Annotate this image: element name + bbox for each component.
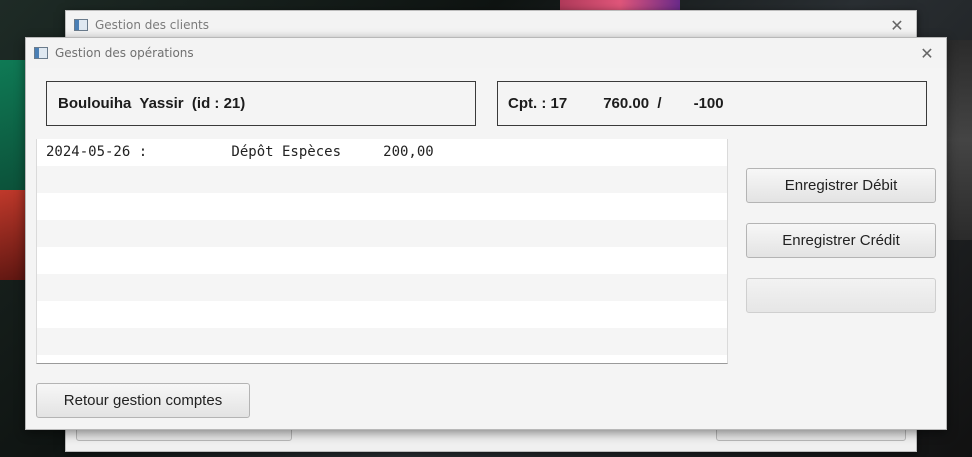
- back-to-accounts-button[interactable]: Retour gestion comptes: [36, 383, 250, 418]
- close-icon[interactable]: ✕: [888, 16, 906, 35]
- account-number-label: Cpt. : 17: [508, 95, 568, 112]
- record-debit-button[interactable]: Enregistrer Débit: [746, 168, 936, 203]
- list-item[interactable]: [37, 301, 727, 328]
- operations-window: Gestion des opérations ✕ Boulouiha Yassi…: [25, 37, 947, 430]
- disabled-blank-button[interactable]: [746, 278, 936, 313]
- clients-window-titlebar[interactable]: Gestion des clients ✕: [66, 11, 916, 40]
- close-icon[interactable]: ✕: [918, 44, 936, 63]
- application-window-icon: [34, 47, 48, 59]
- record-credit-button[interactable]: Enregistrer Crédit: [746, 223, 936, 258]
- client-info-box: Boulouiha Yassir (id : 21): [46, 81, 476, 126]
- operations-list[interactable]: 2024-05-26 : Dépôt Espèces 200,00: [36, 139, 728, 364]
- list-item[interactable]: 2024-05-26 : Dépôt Espèces 200,00: [37, 139, 727, 166]
- list-item[interactable]: [37, 193, 727, 220]
- client-info-label: Boulouiha Yassir (id : 21): [58, 95, 246, 112]
- list-item[interactable]: [37, 220, 727, 247]
- account-overdraft-label: -100: [693, 95, 724, 112]
- application-window-icon: [74, 19, 88, 31]
- operations-window-title: Gestion des opérations: [55, 46, 194, 60]
- list-item[interactable]: [37, 328, 727, 355]
- operations-window-titlebar[interactable]: Gestion des opérations ✕: [26, 38, 946, 68]
- list-item[interactable]: [37, 274, 727, 301]
- account-balance-label: 760.00 /: [603, 95, 662, 112]
- list-item[interactable]: [37, 166, 727, 193]
- account-info-box: Cpt. : 17 760.00 / -100: [497, 81, 927, 126]
- list-item[interactable]: [37, 247, 727, 274]
- clients-window-title: Gestion des clients: [95, 18, 210, 32]
